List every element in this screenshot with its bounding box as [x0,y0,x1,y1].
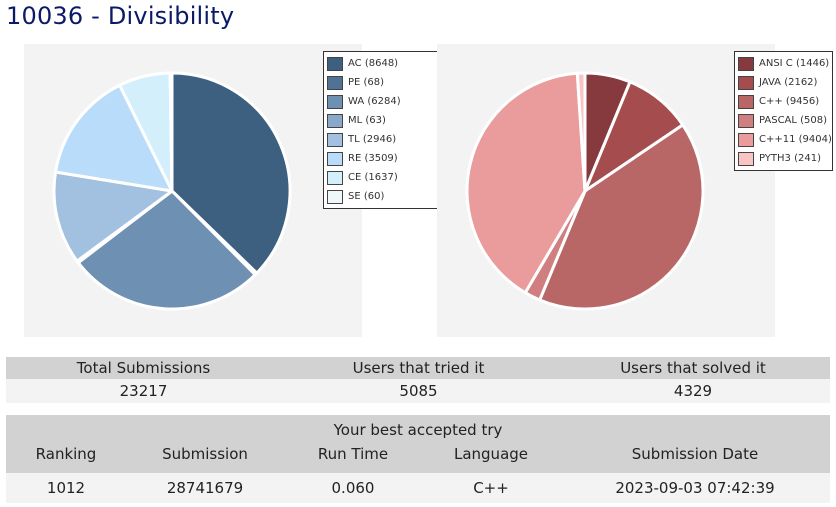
run-time-header: Run Time [284,445,422,473]
language-legend-label: C++11 (9404) [759,134,832,145]
verdict-legend-swatch [327,170,343,185]
verdict-legend-item: PE (68) [327,73,437,92]
users-solved-header: Users that solved it [556,357,830,379]
best-try-header-row: Ranking Submission Run Time Language Sub… [6,445,831,473]
best-try-caption: Your best accepted try [6,415,831,445]
language-legend-item: C++ (9456) [738,92,828,111]
verdict-slice-se [168,71,174,193]
verdict-legend-item: TL (2946) [327,130,437,149]
language-legend-item: PASCAL (508) [738,111,828,130]
verdict-legend-label: CE (1637) [348,172,398,183]
language-legend-swatch [738,132,754,147]
totals-header-row: Total Submissions Users that tried it Us… [6,357,830,379]
language-legend-item: C++11 (9404) [738,130,832,149]
verdict-legend-label: AC (8648) [348,58,399,69]
language-legend-label: ANSI C (1446) [759,58,830,69]
total-submissions-header: Total Submissions [6,357,281,379]
language-pie-chart [465,71,705,311]
language-legend-swatch [738,113,754,128]
best-try-caption-row: Your best accepted try [6,415,831,445]
total-submissions-value: 23217 [6,379,281,403]
best-accepted-try-table: Your best accepted try Ranking Submissio… [6,415,831,503]
submission-date-value: 2023-09-03 07:42:39 [560,473,831,503]
language-pie-chart-panel [437,44,775,337]
language-legend-item: PYTH3 (241) [738,149,828,168]
verdict-legend-item: ML (63) [327,111,437,130]
verdict-legend-label: SE (60) [348,191,385,202]
submission-header: Submission [126,445,284,473]
verdict-legend-item: RE (3509) [327,149,437,168]
verdict-legend-swatch [327,113,343,128]
ranking-header: Ranking [6,445,126,473]
language-legend-swatch [738,94,754,109]
language-value: C++ [422,473,560,503]
verdict-pie-chart-panel [24,44,362,337]
language-legend-label: PYTH3 (241) [759,153,821,164]
verdict-legend-swatch [327,132,343,147]
verdict-legend-swatch [327,94,343,109]
verdict-pie-chart [52,71,292,311]
problem-statistics-page: 10036 - Divisibility AC (8648) PE (68) WA … [0,0,836,507]
verdict-legend-swatch [327,56,343,71]
ranking-value: 1012 [6,473,126,503]
verdict-legend-label: PE (68) [348,77,385,88]
language-legend-label: PASCAL (508) [759,115,828,126]
verdict-legend-item: SE (60) [327,187,437,206]
verdict-legend-item: WA (6284) [327,92,437,111]
language-legend-label: C++ (9456) [759,96,820,107]
users-tried-header: Users that tried it [281,357,556,379]
totals-value-row: 23217 5085 4329 [6,379,830,403]
page-title: 10036 - Divisibility [6,2,235,30]
language-legend-label: JAVA (2162) [759,77,818,88]
language-legend-swatch [738,151,754,166]
language-legend-swatch [738,56,754,71]
submission-id-link[interactable]: 28741679 [126,473,284,503]
verdict-legend-swatch [327,189,343,204]
language-legend-item: ANSI C (1446) [738,54,830,73]
verdict-legend-item: AC (8648) [327,54,437,73]
language-legend-item: JAVA (2162) [738,73,828,92]
language-header: Language [422,445,560,473]
users-tried-value: 5085 [281,379,556,403]
verdict-legend-swatch [327,151,343,166]
submission-totals-table: Total Submissions Users that tried it Us… [6,357,830,403]
language-legend-swatch [738,75,754,90]
language-legend: ANSI C (1446) JAVA (2162) C++ (9456) PASCAL… [734,51,833,171]
users-solved-value: 4329 [556,379,830,403]
verdict-legend: AC (8648) PE (68) WA (6284) ML (63) TL (2946… [323,51,442,209]
verdict-legend-item: CE (1637) [327,168,437,187]
submission-date-header: Submission Date [560,445,831,473]
verdict-legend-label: ML (63) [348,115,386,126]
best-try-value-row: 1012 28741679 0.060 C++ 2023-09-03 07:42… [6,473,831,503]
verdict-legend-label: WA (6284) [348,96,401,107]
run-time-value: 0.060 [284,473,422,503]
verdict-legend-label: RE (3509) [348,153,398,164]
verdict-legend-label: TL (2946) [348,134,397,145]
verdict-legend-swatch [327,75,343,90]
